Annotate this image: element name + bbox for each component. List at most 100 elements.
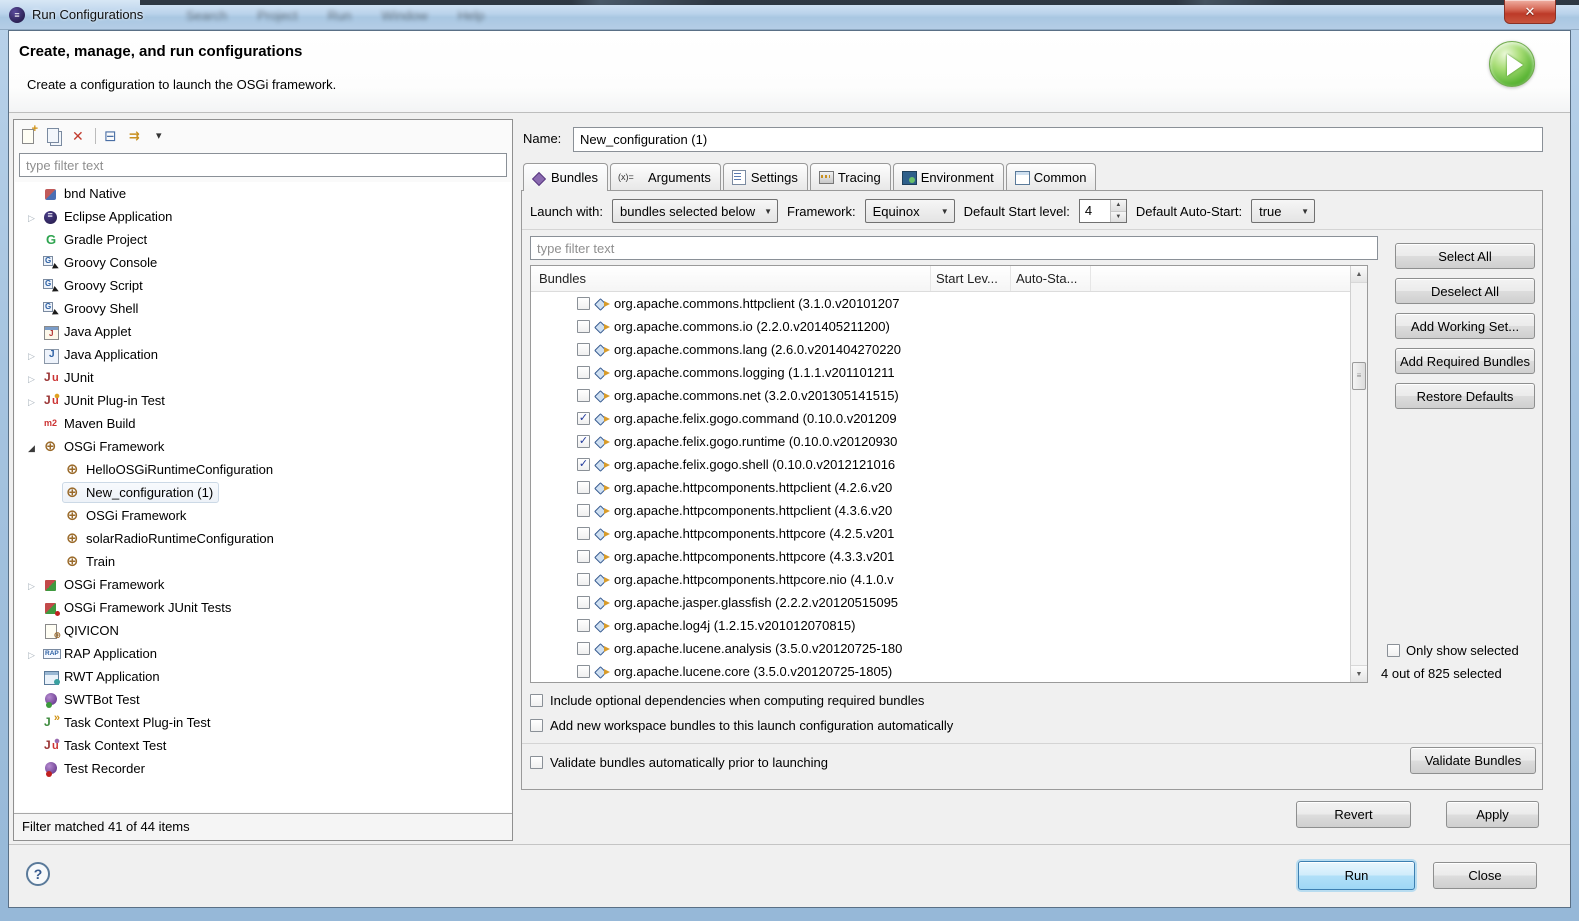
expand-arrow-icon[interactable] bbox=[23, 393, 40, 408]
help-button[interactable]: ? bbox=[26, 862, 50, 886]
menu-caret-icon[interactable] bbox=[153, 127, 171, 145]
revert-button[interactable]: Revert bbox=[1296, 801, 1411, 828]
bundle-checkbox[interactable] bbox=[577, 642, 590, 655]
deselect-all-button[interactable]: Deselect All bbox=[1395, 278, 1535, 304]
tab-environment[interactable]: Environment bbox=[893, 163, 1004, 190]
tree-item-rap-application[interactable]: RAP Application bbox=[15, 642, 511, 665]
tree-item-helloosgiruntimeconfiguration[interactable]: HelloOSGiRuntimeConfiguration bbox=[15, 458, 511, 481]
configuration-name-input[interactable] bbox=[573, 127, 1543, 152]
bundle-row[interactable]: org.apache.lucene.core (3.5.0.v20120725-… bbox=[531, 660, 1350, 682]
filter-icon[interactable] bbox=[128, 127, 146, 145]
scrollbar-thumb[interactable]: ≡ bbox=[1352, 362, 1366, 390]
bundle-row[interactable]: org.apache.felix.gogo.runtime (0.10.0.v2… bbox=[531, 430, 1350, 453]
bundle-row[interactable]: org.apache.log4j (1.2.15.v201012070815) bbox=[531, 614, 1350, 637]
tree-item-eclipse-application[interactable]: Eclipse Application bbox=[15, 205, 511, 228]
select-all-button[interactable]: Select All bbox=[1395, 243, 1535, 269]
tree-item-groovy-shell[interactable]: Groovy Shell bbox=[15, 297, 511, 320]
tree-item-rwt-application[interactable]: RWT Application bbox=[15, 665, 511, 688]
window-close-button[interactable]: ✕ bbox=[1504, 0, 1556, 24]
tree-item-groovy-console[interactable]: Groovy Console bbox=[15, 251, 511, 274]
tab-arguments[interactable]: Arguments bbox=[610, 163, 721, 190]
tree-item-new-configuration-1[interactable]: New_configuration (1) bbox=[15, 481, 511, 504]
only-show-selected-checkbox[interactable] bbox=[1387, 644, 1400, 657]
new-configuration-icon[interactable] bbox=[20, 127, 38, 145]
start-level-stepper[interactable]: 4 ▲ ▼ bbox=[1079, 199, 1127, 223]
tree-item-osgi-framework[interactable]: OSGi Framework bbox=[15, 504, 511, 527]
tree-item-groovy-script[interactable]: Groovy Script bbox=[15, 274, 511, 297]
bundle-row[interactable]: org.apache.lucene.analysis (3.5.0.v20120… bbox=[531, 637, 1350, 660]
title-bar[interactable]: ≡ Run Configurations SearchProjectRunWin… bbox=[0, 0, 1579, 30]
tree-item-qivicon[interactable]: QIVICON bbox=[15, 619, 511, 642]
tree-item-java-applet[interactable]: Java Applet bbox=[15, 320, 511, 343]
bundle-row[interactable]: org.apache.commons.net (3.2.0.v201305141… bbox=[531, 384, 1350, 407]
stepper-down-icon[interactable]: ▼ bbox=[1111, 212, 1126, 223]
validate-bundles-checkbox[interactable] bbox=[530, 756, 543, 769]
tree-item-gradle-project[interactable]: Gradle Project bbox=[15, 228, 511, 251]
tree-item-task-context-test[interactable]: Task Context Test bbox=[15, 734, 511, 757]
bundle-row[interactable]: org.apache.commons.httpclient (3.1.0.v20… bbox=[531, 292, 1350, 315]
bundle-checkbox[interactable] bbox=[577, 435, 590, 448]
collapse-arrow-icon[interactable] bbox=[23, 439, 40, 454]
tree-item-osgi-framework[interactable]: OSGi Framework bbox=[15, 435, 511, 458]
tree-item-solarradioruntimeconfiguration[interactable]: solarRadioRuntimeConfiguration bbox=[15, 527, 511, 550]
tree-item-junit[interactable]: JUnit bbox=[15, 366, 511, 389]
bundle-row[interactable]: org.apache.httpcomponents.httpcore.nio (… bbox=[531, 568, 1350, 591]
expand-arrow-icon[interactable] bbox=[23, 577, 40, 592]
bundle-checkbox[interactable] bbox=[577, 596, 590, 609]
collapse-all-icon[interactable] bbox=[103, 127, 121, 145]
bundle-row[interactable]: org.apache.commons.io (2.2.0.v2014052112… bbox=[531, 315, 1350, 338]
bundle-checkbox[interactable] bbox=[577, 550, 590, 563]
add-required-bundles-button[interactable]: Add Required Bundles bbox=[1395, 348, 1535, 374]
bundle-checkbox[interactable] bbox=[577, 527, 590, 540]
framework-select[interactable]: Equinox ▼ bbox=[865, 199, 955, 223]
tree-item-junit-plug-in-test[interactable]: JUnit Plug-in Test bbox=[15, 389, 511, 412]
table-scrollbar[interactable]: ▲ ≡ ▼ bbox=[1350, 266, 1367, 682]
delete-icon[interactable] bbox=[70, 127, 88, 145]
bundle-row[interactable]: org.apache.jasper.glassfish (2.2.2.v2012… bbox=[531, 591, 1350, 614]
bundle-checkbox[interactable] bbox=[577, 320, 590, 333]
bundle-row[interactable]: org.apache.httpcomponents.httpcore (4.2.… bbox=[531, 522, 1350, 545]
tab-tracing[interactable]: Tracing bbox=[810, 163, 891, 190]
bundle-row[interactable]: org.apache.felix.gogo.command (0.10.0.v2… bbox=[531, 407, 1350, 430]
bundle-row[interactable]: org.apache.felix.gogo.shell (0.10.0.v201… bbox=[531, 453, 1350, 476]
tree-item-task-context-plug-in-test[interactable]: Task Context Plug-in Test bbox=[15, 711, 511, 734]
tab-settings[interactable]: Settings bbox=[723, 163, 808, 190]
tab-common[interactable]: Common bbox=[1006, 163, 1097, 190]
include-optional-dependencies-checkbox[interactable] bbox=[530, 694, 543, 707]
bundle-row[interactable]: org.apache.httpcomponents.httpclient (4.… bbox=[531, 476, 1350, 499]
launch-with-select[interactable]: bundles selected below ▼ bbox=[612, 199, 778, 223]
bundle-checkbox[interactable] bbox=[577, 619, 590, 632]
run-button[interactable]: Run bbox=[1298, 861, 1415, 890]
tree-item-osgi-framework[interactable]: OSGi Framework bbox=[15, 573, 511, 596]
expand-arrow-icon[interactable] bbox=[23, 347, 40, 362]
add-new-workspace-checkbox[interactable] bbox=[530, 719, 543, 732]
bundle-checkbox[interactable] bbox=[577, 366, 590, 379]
bundle-checkbox[interactable] bbox=[577, 504, 590, 517]
tree-item-train[interactable]: Train bbox=[15, 550, 511, 573]
configuration-filter-input[interactable] bbox=[19, 153, 507, 177]
tab-bundles[interactable]: Bundles bbox=[523, 163, 608, 191]
bundle-row[interactable]: org.apache.commons.lang (2.6.0.v20140427… bbox=[531, 338, 1350, 361]
tree-item-maven-build[interactable]: Maven Build bbox=[15, 412, 511, 435]
expand-arrow-icon[interactable] bbox=[23, 370, 40, 385]
bundle-checkbox[interactable] bbox=[577, 412, 590, 425]
restore-defaults-button[interactable]: Restore Defaults bbox=[1395, 383, 1535, 409]
expand-arrow-icon[interactable] bbox=[23, 209, 40, 224]
duplicate-icon[interactable] bbox=[45, 127, 63, 145]
stepper-up-icon[interactable]: ▲ bbox=[1111, 200, 1126, 212]
bundle-checkbox[interactable] bbox=[577, 458, 590, 471]
tree-item-test-recorder[interactable]: Test Recorder bbox=[15, 757, 511, 780]
column-header-bundles[interactable]: Bundles bbox=[531, 266, 931, 291]
bundle-filter-input[interactable] bbox=[530, 236, 1378, 260]
tree-item-swtbot-test[interactable]: SWTBot Test bbox=[15, 688, 511, 711]
bundle-checkbox[interactable] bbox=[577, 573, 590, 586]
tree-item-java-application[interactable]: Java Application bbox=[15, 343, 511, 366]
scroll-down-icon[interactable]: ▼ bbox=[1351, 665, 1367, 682]
validate-bundles-button[interactable]: Validate Bundles bbox=[1410, 747, 1536, 774]
tree-item-bnd-native[interactable]: bnd Native bbox=[15, 182, 511, 205]
bundle-checkbox[interactable] bbox=[577, 343, 590, 356]
apply-button[interactable]: Apply bbox=[1446, 801, 1539, 828]
bundle-checkbox[interactable] bbox=[577, 481, 590, 494]
column-header-auto-sta[interactable]: Auto-Sta... bbox=[1011, 266, 1091, 291]
bundle-row[interactable]: org.apache.httpcomponents.httpclient (4.… bbox=[531, 499, 1350, 522]
